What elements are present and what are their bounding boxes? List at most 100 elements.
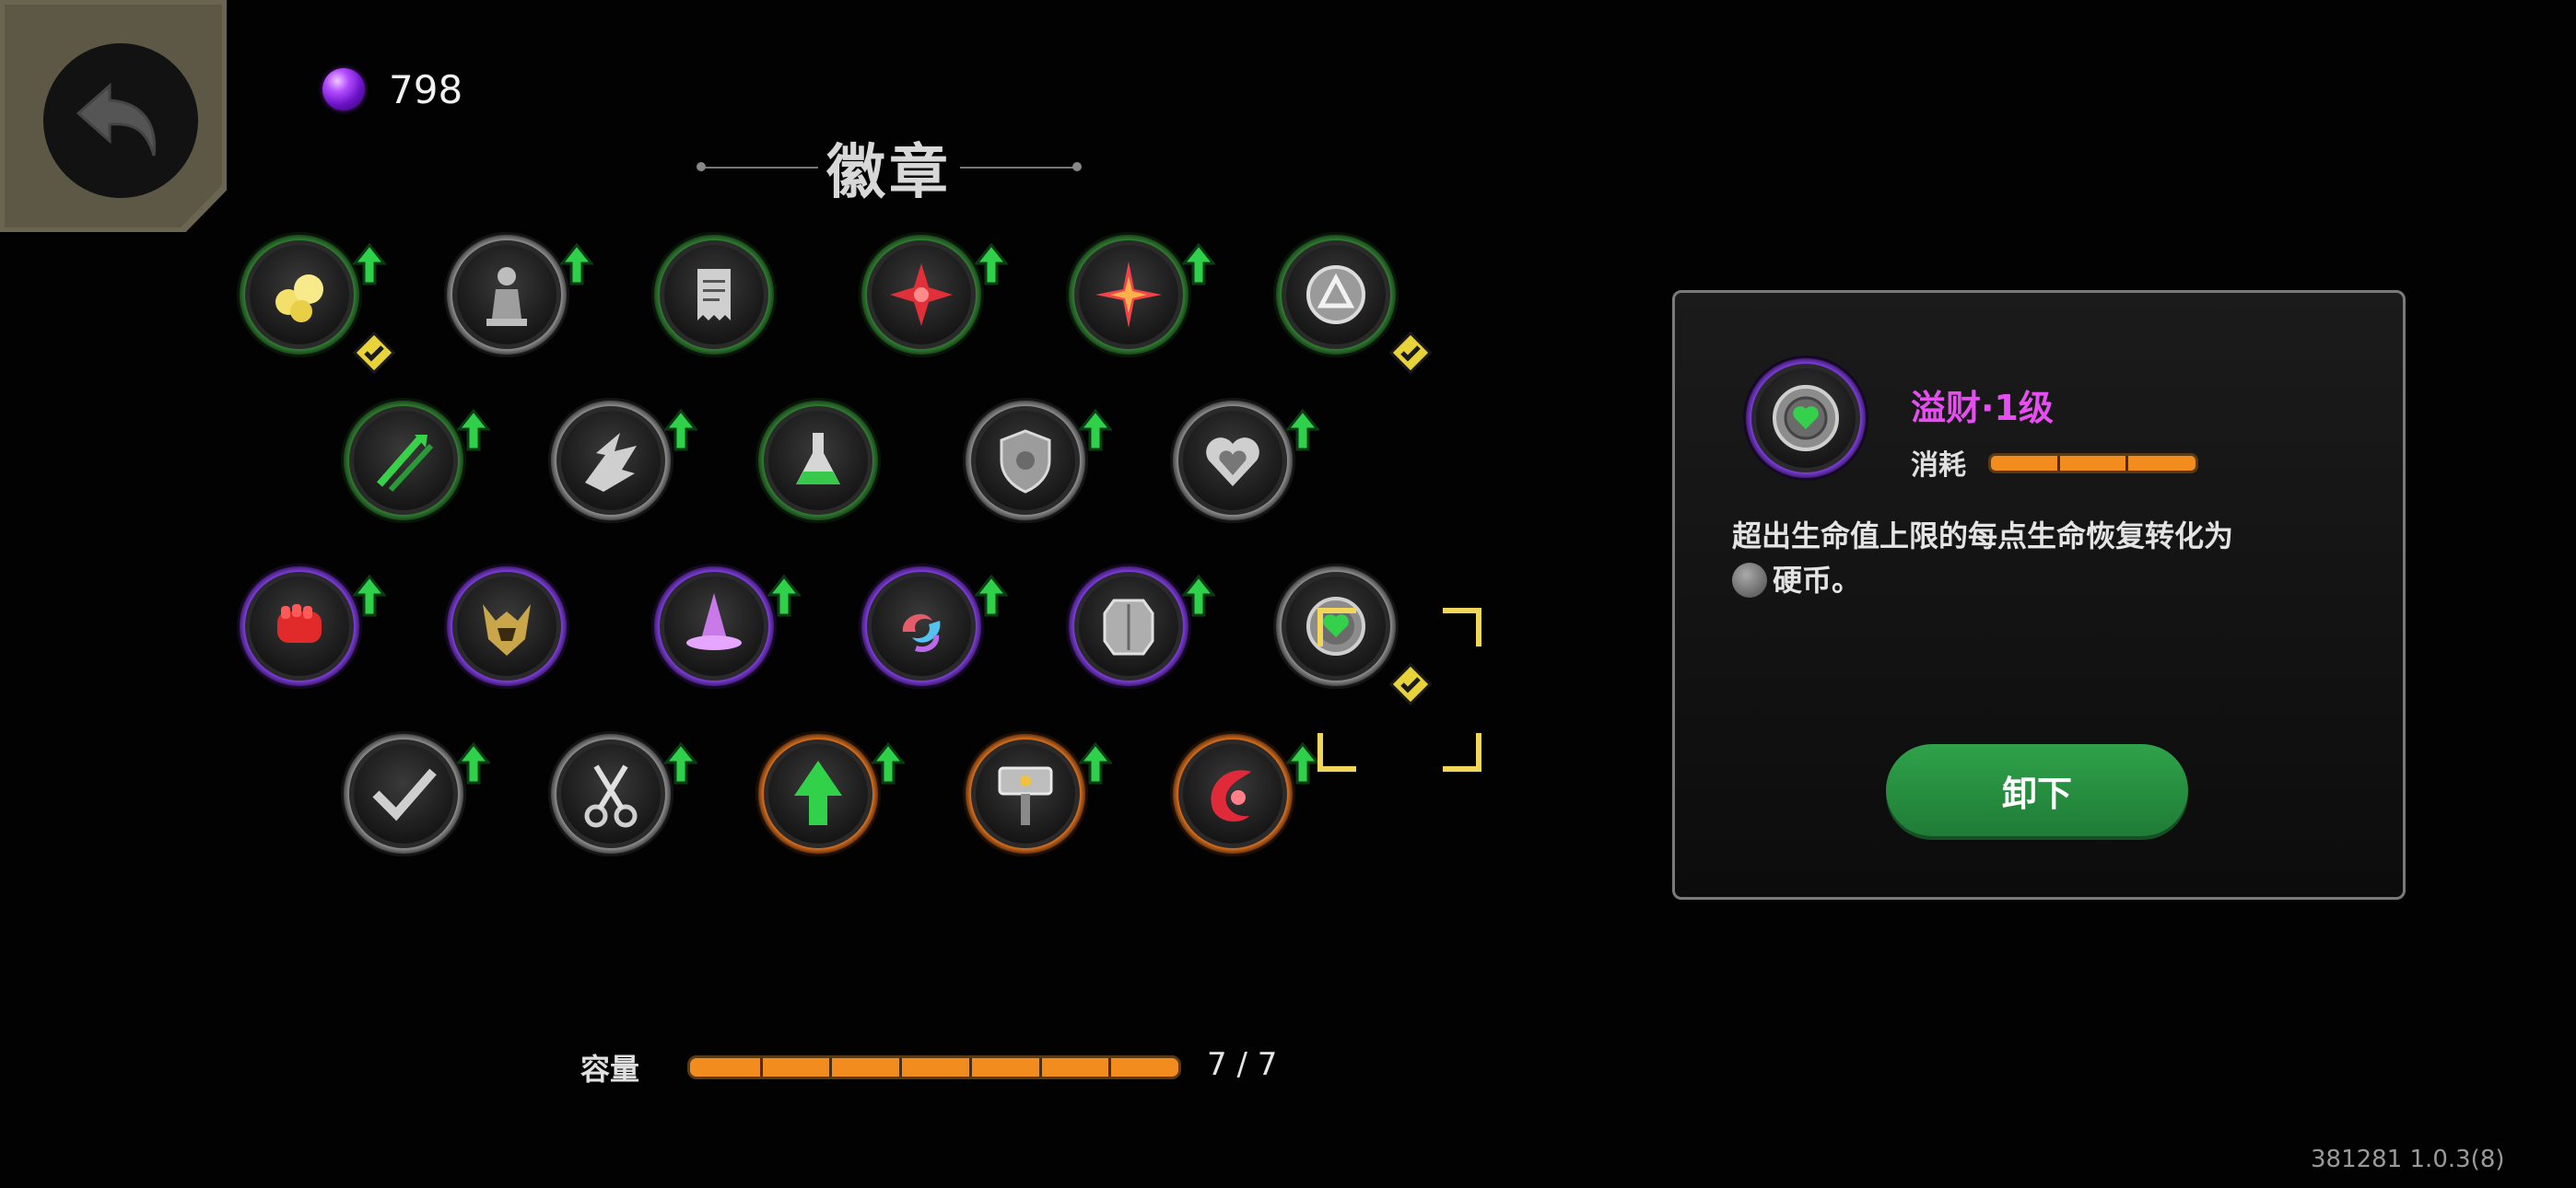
badge-triangle-coin[interactable] — [1273, 232, 1432, 374]
page-title: 徽章 — [697, 125, 1082, 208]
triangle-coin-icon — [1306, 265, 1365, 324]
swirl-icon — [902, 613, 941, 652]
badge-helmet[interactable] — [444, 564, 569, 689]
equipped-check-icon — [333, 311, 395, 374]
badge-green-arrow[interactable] — [755, 731, 905, 856]
description-line-1: 超出生命值上限的每点生命恢复转化为 — [1732, 518, 2234, 553]
selection-corner-bottom-left — [1317, 733, 1356, 772]
page-title-text: 徽章 — [826, 139, 952, 207]
back-arrow-icon — [76, 82, 157, 157]
back-button-circle — [43, 43, 198, 198]
capacity-bar-divider — [969, 1058, 972, 1077]
badge-armor[interactable] — [1066, 564, 1215, 689]
badge-heart-coin[interactable] — [1273, 564, 1432, 705]
upgrade-arrow-icon — [1059, 389, 1112, 451]
badge-shield[interactable] — [963, 398, 1112, 523]
badge-scissors[interactable] — [548, 731, 697, 856]
capacity-bar-divider — [760, 1058, 763, 1077]
badge-red-crescent[interactable] — [1170, 731, 1319, 856]
coin-icon — [1732, 563, 1767, 598]
badge-swirl[interactable] — [859, 564, 1008, 689]
armor-plate-icon — [1103, 599, 1154, 656]
receipt-icon — [697, 269, 731, 320]
upgrade-arrow-icon — [851, 722, 905, 785]
badge-green-arrows[interactable] — [341, 398, 490, 523]
green-arrow-up-icon — [794, 761, 842, 825]
capacity-bar-divider — [1108, 1058, 1111, 1077]
badge-pawn[interactable] — [444, 232, 593, 357]
selection-corner-top-right — [1443, 608, 1481, 646]
badge-fist[interactable] — [237, 564, 386, 689]
pawn-icon — [486, 267, 527, 326]
equipped-check-icon — [1369, 643, 1432, 705]
cost-bar-divider — [2057, 456, 2060, 471]
badge-hammer[interactable] — [963, 731, 1112, 856]
upgrade-arrow-icon — [747, 554, 801, 617]
capacity-bar-divider — [829, 1058, 832, 1077]
green-arrows-icon — [376, 435, 434, 493]
badge-impact[interactable] — [548, 398, 697, 523]
green-heart-coin-icon — [1773, 385, 1839, 451]
heart-icon — [1206, 437, 1259, 486]
badge-description: 超出生命值上限的每点生命恢复转化为 硬币。 — [1732, 514, 2359, 602]
green-heart-coin-icon — [1306, 597, 1365, 656]
badge-name: 溢财·1级 — [1911, 388, 2054, 428]
red-spark-icon — [1095, 262, 1162, 328]
unequip-button[interactable]: 卸下 — [1886, 744, 2188, 836]
potion-icon — [796, 433, 840, 484]
red-crescent-icon — [1211, 770, 1251, 822]
red-star-icon — [890, 263, 953, 326]
upgrade-arrow-icon — [333, 223, 386, 285]
badge-red-star[interactable] — [859, 232, 1008, 357]
upgrade-arrow-icon — [437, 389, 490, 451]
description-line-2: 硬币。 — [1732, 558, 2359, 602]
upgrade-arrow-icon — [540, 223, 593, 285]
description-line-2-text: 硬币。 — [1773, 563, 1862, 598]
badge-checkmark[interactable] — [341, 731, 490, 856]
hammer-icon — [998, 766, 1053, 825]
upgrade-arrow-icon — [1162, 223, 1215, 285]
cost-bar-divider — [2125, 456, 2128, 471]
cost-bar — [1988, 453, 2198, 473]
capacity-label: 容量 — [580, 1052, 640, 1087]
cost-label: 消耗 — [1911, 449, 1966, 482]
capacity-bar — [687, 1055, 1181, 1079]
witch-hat-icon — [686, 593, 742, 650]
capacity-bar-divider — [1039, 1058, 1042, 1077]
badge-witch-hat[interactable] — [651, 564, 801, 689]
upgrade-arrow-icon — [1266, 722, 1319, 785]
capacity-bar-divider — [899, 1058, 902, 1077]
detail-badge — [1743, 355, 1868, 481]
back-button-frame — [5, 5, 222, 227]
badge-heart[interactable] — [1170, 398, 1319, 523]
upgrade-arrow-icon — [954, 554, 1008, 617]
upgrade-arrow-icon — [954, 223, 1008, 285]
badge-potion[interactable] — [755, 398, 881, 523]
selection-corner-bottom-right — [1443, 733, 1481, 772]
upgrade-arrow-icon — [644, 389, 697, 451]
red-fist-icon — [277, 604, 322, 643]
check-slash-icon — [372, 768, 437, 821]
horned-helmet-icon — [483, 604, 531, 656]
capacity-value: 7 / 7 — [1207, 1046, 1278, 1083]
upgrade-arrow-icon — [437, 722, 490, 785]
equipped-check-icon — [1369, 311, 1432, 374]
upgrade-arrow-icon — [333, 554, 386, 617]
upgrade-arrow-icon — [644, 722, 697, 785]
badge-receipt[interactable] — [651, 232, 777, 357]
shield-icon — [1000, 429, 1051, 494]
badge-detail-panel: 溢财·1级 消耗 超出生命值上限的每点生命恢复转化为 硬币。 卸下 — [1672, 290, 2406, 900]
badge-spirits[interactable] — [237, 232, 395, 374]
yellow-spirits-icon — [275, 274, 323, 322]
scissors-icon — [584, 764, 638, 828]
version-label: 381281 1.0.3(8) — [2311, 1146, 2505, 1173]
currency-display: 798 — [322, 66, 463, 112]
upgrade-arrow-icon — [1059, 722, 1112, 785]
upgrade-arrow-icon — [1162, 554, 1215, 617]
impact-icon — [585, 433, 637, 492]
badge-red-spark[interactable] — [1066, 232, 1215, 357]
back-button[interactable] — [0, 0, 227, 232]
upgrade-arrow-icon — [1266, 389, 1319, 451]
currency-value: 798 — [389, 66, 463, 112]
purple-gem-icon — [322, 68, 365, 111]
